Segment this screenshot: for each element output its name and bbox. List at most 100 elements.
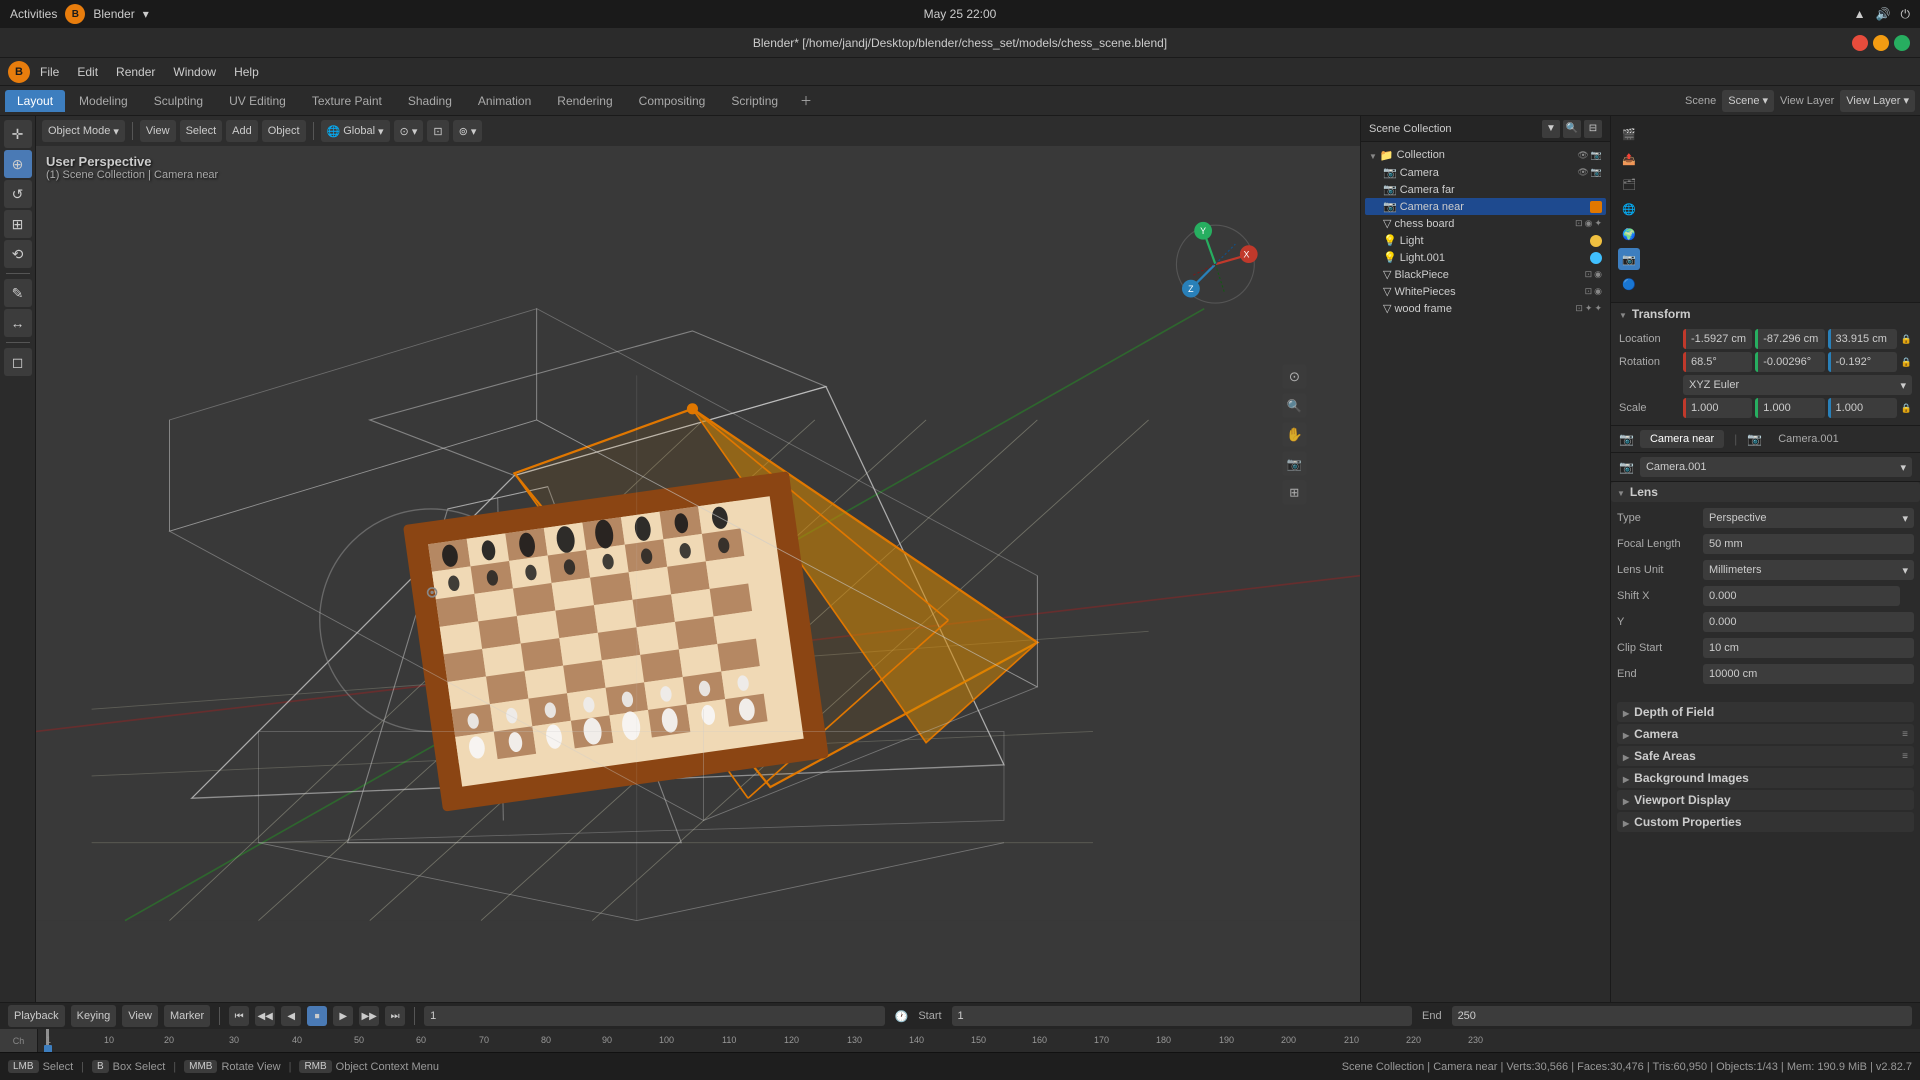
viewport-display-header[interactable]: Viewport Display (1617, 790, 1914, 810)
prop-tab-view-layer[interactable]: 🗂 (1618, 173, 1640, 195)
tree-item-light-001[interactable]: 💡 Light.001 (1365, 249, 1606, 266)
cb-rig-icon[interactable]: ✦ (1594, 218, 1602, 229)
edit-menu[interactable]: Edit (69, 63, 106, 81)
camera-eye-icon[interactable]: 👁 (1577, 167, 1588, 178)
scale-z-field[interactable]: 1.000 (1828, 398, 1897, 418)
pivot-selector[interactable]: ⊙ ▾ (394, 120, 424, 142)
app-menu-arrow[interactable]: ▾ (143, 7, 149, 21)
scale-tool-button[interactable]: ⊞ (4, 210, 32, 238)
transform-tool-button[interactable]: ⟲ (4, 240, 32, 268)
tree-item-camera-near[interactable]: 📷 Camera near (1365, 198, 1606, 215)
tree-item-white-pieces[interactable]: ▽ WhitePieces ⊡ ◉ (1365, 283, 1606, 300)
window-minimize-button[interactable] (1873, 35, 1889, 51)
keying-menu-btn[interactable]: Keying (71, 1005, 117, 1027)
annotate-tool-button[interactable]: ✎ (4, 279, 32, 307)
timeline-track[interactable]: Ch 1 10 20 30 40 50 60 70 80 90 100 110 (0, 1029, 1920, 1052)
jump-to-end-button[interactable]: ⏭ (385, 1006, 405, 1026)
render-menu[interactable]: Render (108, 63, 163, 81)
add-workspace-button[interactable]: ＋ (792, 88, 820, 113)
cb-mat-icon[interactable]: ◉ (1585, 218, 1593, 229)
tab-compositing[interactable]: Compositing (627, 90, 718, 112)
tab-shading[interactable]: Shading (396, 90, 464, 112)
location-lock-icon[interactable]: 🔒 (1901, 334, 1912, 345)
view-layer-selector[interactable]: View Layer ▾ (1840, 90, 1915, 112)
rotation-z-field[interactable]: -0.192° (1828, 352, 1897, 372)
tree-item-camera-far[interactable]: 📷 Camera far (1365, 181, 1606, 198)
outliner-filter-button[interactable]: ▼ (1542, 120, 1560, 138)
prop-tab-world[interactable]: 🌍 (1618, 223, 1640, 245)
object-menu-btn[interactable]: Object (262, 120, 306, 142)
prev-frame-button[interactable]: ◀◀ (255, 1006, 275, 1026)
cursor-tool-button[interactable]: ✛ (4, 120, 32, 148)
snap-button[interactable]: ⊡ (427, 120, 448, 142)
custom-properties-header[interactable]: Custom Properties (1617, 812, 1914, 832)
safe-areas-header[interactable]: Safe Areas ≡ (1617, 746, 1914, 766)
rotation-y-field[interactable]: -0.00296° (1755, 352, 1824, 372)
view-menu-timeline-btn[interactable]: View (122, 1005, 158, 1027)
location-z-field[interactable]: 33.915 cm (1828, 329, 1897, 349)
next-frame-button[interactable]: ▶▶ (359, 1006, 379, 1026)
activities-label[interactable]: Activities (10, 7, 57, 21)
measure-tool-button[interactable]: ↔ (4, 309, 32, 337)
prop-tab-output[interactable]: 📤 (1618, 148, 1640, 170)
add-menu-btn[interactable]: Add (226, 120, 258, 142)
tab-animation[interactable]: Animation (466, 90, 543, 112)
rotate-tool-button[interactable]: ↺ (4, 180, 32, 208)
vis-eye-icon[interactable]: 👁 (1577, 150, 1588, 161)
lens-unit-dropdown[interactable]: Millimeters ▾ (1703, 560, 1914, 580)
bp-data-icon[interactable]: ⊡ (1585, 269, 1593, 280)
tab-layout[interactable]: Layout (5, 90, 65, 112)
scene-selector[interactable]: Scene ▾ (1722, 90, 1774, 112)
prop-tab-material[interactable]: 🔵 (1618, 273, 1640, 295)
tab-scripting[interactable]: Scripting (719, 90, 790, 112)
bp-mat-icon[interactable]: ◉ (1594, 269, 1602, 280)
scale-y-field[interactable]: 1.000 (1755, 398, 1824, 418)
prop-tab-render[interactable]: 🎬 (1618, 123, 1640, 145)
location-y-field[interactable]: -87.296 cm (1755, 329, 1824, 349)
tree-item-collection[interactable]: 📁 Collection 👁 📷 (1365, 146, 1606, 164)
play-forward-button[interactable]: ▶ (333, 1006, 353, 1026)
select-menu-btn[interactable]: Select (180, 120, 223, 142)
prop-tab-object-data[interactable]: 📷 (1618, 248, 1640, 270)
tab-modeling[interactable]: Modeling (67, 90, 140, 112)
play-back-button[interactable]: ◀ (281, 1006, 301, 1026)
wp-data-icon[interactable]: ⊡ (1585, 286, 1593, 297)
app-name-label[interactable]: Blender (93, 7, 134, 21)
move-tool-button[interactable]: ⊕ (4, 150, 32, 178)
focal-length-field[interactable]: 50 mm (1703, 534, 1914, 554)
window-close-button[interactable] (1852, 35, 1868, 51)
object-mode-selector[interactable]: Object Mode ▾ (42, 120, 125, 142)
add-object-button[interactable]: ◻ (4, 348, 32, 376)
cb-data-icon[interactable]: ⊡ (1575, 218, 1583, 229)
tab-sculpting[interactable]: Sculpting (142, 90, 215, 112)
scale-lock-icon[interactable]: 🔒 (1901, 403, 1912, 414)
help-menu[interactable]: Help (226, 63, 267, 81)
rotation-lock-icon[interactable]: 🔒 (1901, 357, 1912, 368)
proportional-edit-button[interactable]: ⊚ ▾ (453, 120, 483, 142)
tab-rendering[interactable]: Rendering (545, 90, 624, 112)
blender-logo-icon[interactable]: B (65, 4, 85, 24)
camera-render-icon[interactable]: 📷 (1591, 167, 1602, 178)
wf-data-icon[interactable]: ⊡ (1575, 303, 1583, 314)
outliner-search-button[interactable]: 🔍 (1563, 120, 1581, 138)
playback-menu-btn[interactable]: Playback (8, 1005, 65, 1027)
clip-end-field[interactable]: 10000 cm (1703, 664, 1914, 684)
lens-type-dropdown[interactable]: Perspective ▾ (1703, 508, 1914, 528)
clip-start-field[interactable]: 10 cm (1703, 638, 1914, 658)
shift-x-field[interactable]: 0.000 (1703, 586, 1900, 606)
vis-render-icon[interactable]: 📷 (1591, 150, 1602, 161)
background-images-header[interactable]: Background Images (1617, 768, 1914, 788)
tree-item-camera[interactable]: 📷 Camera 👁 📷 (1365, 164, 1606, 181)
lens-header[interactable]: Lens (1611, 482, 1920, 502)
window-maximize-button[interactable] (1894, 35, 1910, 51)
wf-rig-icon[interactable]: ✦ (1585, 303, 1593, 314)
tree-item-chess-board[interactable]: ▽ chess board ⊡ ◉ ✦ (1365, 215, 1606, 232)
cam-tab-near[interactable]: Camera near (1640, 430, 1724, 448)
rotation-x-field[interactable]: 68.5° (1683, 352, 1752, 372)
tree-item-black-piece[interactable]: ▽ BlackPiece ⊡ ◉ (1365, 266, 1606, 283)
marker-menu-btn[interactable]: Marker (164, 1005, 210, 1027)
scale-x-field[interactable]: 1.000 (1683, 398, 1752, 418)
viewport[interactable]: Object Mode ▾ View Select Add Object 🌐 G… (36, 116, 1360, 1002)
cam-tab-001[interactable]: Camera.001 (1768, 430, 1849, 448)
view-menu-btn[interactable]: View (140, 120, 176, 142)
